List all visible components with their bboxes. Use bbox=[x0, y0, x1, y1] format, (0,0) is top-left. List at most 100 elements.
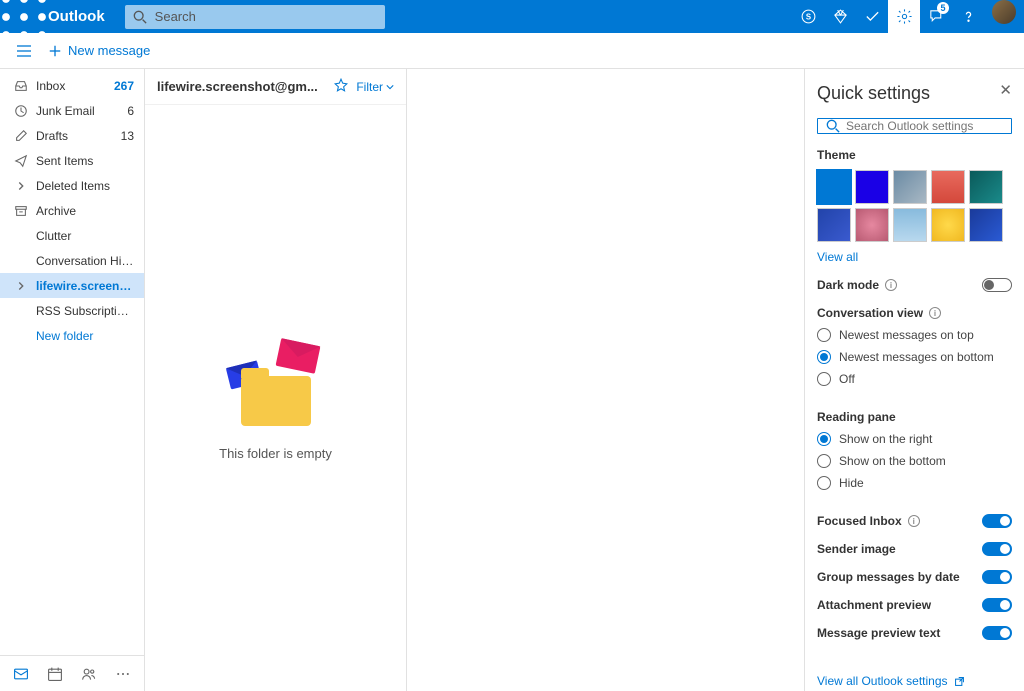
radio-option[interactable]: Off bbox=[817, 372, 1012, 386]
radio-icon bbox=[817, 476, 831, 490]
chat-icon[interactable]: 5 bbox=[920, 0, 952, 33]
setting-toggle[interactable] bbox=[982, 570, 1012, 584]
empty-folder-illustration bbox=[226, 336, 326, 426]
filter-label: Filter bbox=[356, 80, 383, 94]
sub-header: New message bbox=[0, 33, 1024, 69]
folder-item[interactable]: Drafts13 bbox=[0, 123, 144, 148]
settings-icon[interactable] bbox=[888, 0, 920, 33]
folder-label: Inbox bbox=[36, 79, 114, 93]
folder-label: Clutter bbox=[36, 229, 134, 243]
theme-tile[interactable] bbox=[969, 208, 1003, 242]
folder-label: lifewire.screensho... bbox=[36, 279, 134, 293]
more-modules-icon[interactable] bbox=[111, 666, 135, 682]
folder-item[interactable]: Clutter bbox=[0, 223, 144, 248]
folder-title: lifewire.screenshot@gm... bbox=[157, 79, 326, 94]
folder-item[interactable]: New folder bbox=[0, 323, 144, 348]
setting-toggle[interactable] bbox=[982, 542, 1012, 556]
folder-item[interactable]: Deleted Items bbox=[0, 173, 144, 198]
reading-pane-options: Show on the right Show on the bottom Hide bbox=[817, 432, 1012, 498]
folder-item[interactable]: RSS Subscriptions bbox=[0, 298, 144, 323]
setting-toggle[interactable] bbox=[982, 626, 1012, 640]
info-icon[interactable]: i bbox=[929, 307, 941, 319]
send-icon bbox=[14, 154, 36, 168]
folder-item[interactable]: Inbox267 bbox=[0, 73, 144, 98]
radio-label: Show on the right bbox=[839, 432, 932, 446]
setting-toggle[interactable] bbox=[982, 514, 1012, 528]
theme-label: Theme bbox=[817, 148, 1012, 162]
info-icon[interactable]: i bbox=[885, 279, 897, 291]
todo-icon[interactable] bbox=[856, 0, 888, 33]
folder-label: Sent Items bbox=[36, 154, 134, 168]
user-avatar[interactable] bbox=[992, 0, 1016, 24]
toggle-label: Focused Inbox bbox=[817, 514, 902, 528]
folder-label: Conversation Hist... bbox=[36, 254, 134, 268]
setting-toggle[interactable] bbox=[982, 598, 1012, 612]
folder-label: New folder bbox=[36, 329, 134, 343]
theme-tile[interactable] bbox=[855, 208, 889, 242]
folder-item[interactable]: Conversation Hist... bbox=[0, 248, 144, 273]
external-link-icon bbox=[954, 676, 965, 687]
radio-label: Newest messages on top bbox=[839, 328, 974, 342]
folder-item[interactable]: Sent Items bbox=[0, 148, 144, 173]
people-module-icon[interactable] bbox=[77, 666, 101, 682]
top-bar: Outlook S 5 bbox=[0, 0, 1024, 33]
chevron-down-icon bbox=[386, 83, 394, 91]
help-icon[interactable] bbox=[952, 0, 984, 33]
radio-option[interactable]: Show on the right bbox=[817, 432, 1012, 446]
svg-text:S: S bbox=[805, 12, 810, 21]
theme-tile[interactable] bbox=[893, 208, 927, 242]
new-message-label: New message bbox=[68, 43, 150, 58]
new-message-button[interactable]: New message bbox=[48, 43, 150, 58]
folder-item[interactable]: Archive bbox=[0, 198, 144, 223]
theme-tile[interactable] bbox=[931, 170, 965, 204]
filter-button[interactable]: Filter bbox=[356, 80, 394, 94]
theme-tile[interactable] bbox=[817, 208, 851, 242]
radio-option[interactable]: Show on the bottom bbox=[817, 454, 1012, 468]
theme-tile[interactable] bbox=[817, 170, 851, 204]
favorite-star-icon[interactable] bbox=[334, 78, 348, 95]
clock-icon bbox=[14, 104, 36, 118]
mail-module-icon[interactable] bbox=[9, 666, 33, 682]
settings-search-box[interactable] bbox=[817, 118, 1012, 134]
folder-nav: Inbox267Junk Email6Drafts13Sent ItemsDel… bbox=[0, 69, 145, 691]
folder-label: Archive bbox=[36, 204, 134, 218]
folder-item[interactable]: Junk Email6 bbox=[0, 98, 144, 123]
folder-count: 267 bbox=[114, 79, 134, 93]
dark-mode-toggle[interactable] bbox=[982, 278, 1012, 292]
calendar-module-icon[interactable] bbox=[43, 666, 67, 682]
radio-label: Hide bbox=[839, 476, 864, 490]
dark-mode-label: Dark mode bbox=[817, 278, 879, 292]
theme-tile[interactable] bbox=[893, 170, 927, 204]
view-all-settings-label: View all Outlook settings bbox=[817, 674, 948, 688]
folder-label: Drafts bbox=[36, 129, 121, 143]
app-launcher-icon[interactable] bbox=[0, 0, 48, 33]
settings-search-input[interactable] bbox=[846, 119, 1003, 133]
radio-option[interactable]: Newest messages on top bbox=[817, 328, 1012, 342]
premium-icon[interactable] bbox=[824, 0, 856, 33]
radio-icon bbox=[817, 432, 831, 446]
hamburger-menu[interactable] bbox=[0, 43, 48, 59]
close-icon[interactable]: ✕ bbox=[999, 81, 1012, 99]
radio-label: Newest messages on bottom bbox=[839, 350, 994, 364]
toggle-label: Attachment preview bbox=[817, 598, 931, 612]
nav-bottom-bar bbox=[0, 655, 144, 691]
skype-icon[interactable]: S bbox=[792, 0, 824, 33]
theme-tile[interactable] bbox=[855, 170, 889, 204]
search-icon bbox=[133, 10, 147, 24]
search-input[interactable] bbox=[155, 9, 377, 24]
radio-option[interactable]: Newest messages on bottom bbox=[817, 350, 1012, 364]
view-all-settings-link[interactable]: View all Outlook settings bbox=[817, 654, 1012, 688]
theme-tile[interactable] bbox=[931, 208, 965, 242]
folder-item[interactable]: lifewire.screensho... bbox=[0, 273, 144, 298]
radio-option[interactable]: Hide bbox=[817, 476, 1012, 490]
conversation-view-label: Conversation view bbox=[817, 306, 923, 320]
theme-tile[interactable] bbox=[969, 170, 1003, 204]
folder-label: Deleted Items bbox=[36, 179, 134, 193]
toggle-label: Group messages by date bbox=[817, 570, 960, 584]
search-icon bbox=[826, 119, 840, 133]
view-all-themes-link[interactable]: View all bbox=[817, 250, 1012, 264]
radio-label: Off bbox=[839, 372, 855, 386]
theme-grid bbox=[817, 170, 1012, 242]
search-box[interactable] bbox=[125, 5, 385, 29]
info-icon[interactable]: i bbox=[908, 515, 920, 527]
